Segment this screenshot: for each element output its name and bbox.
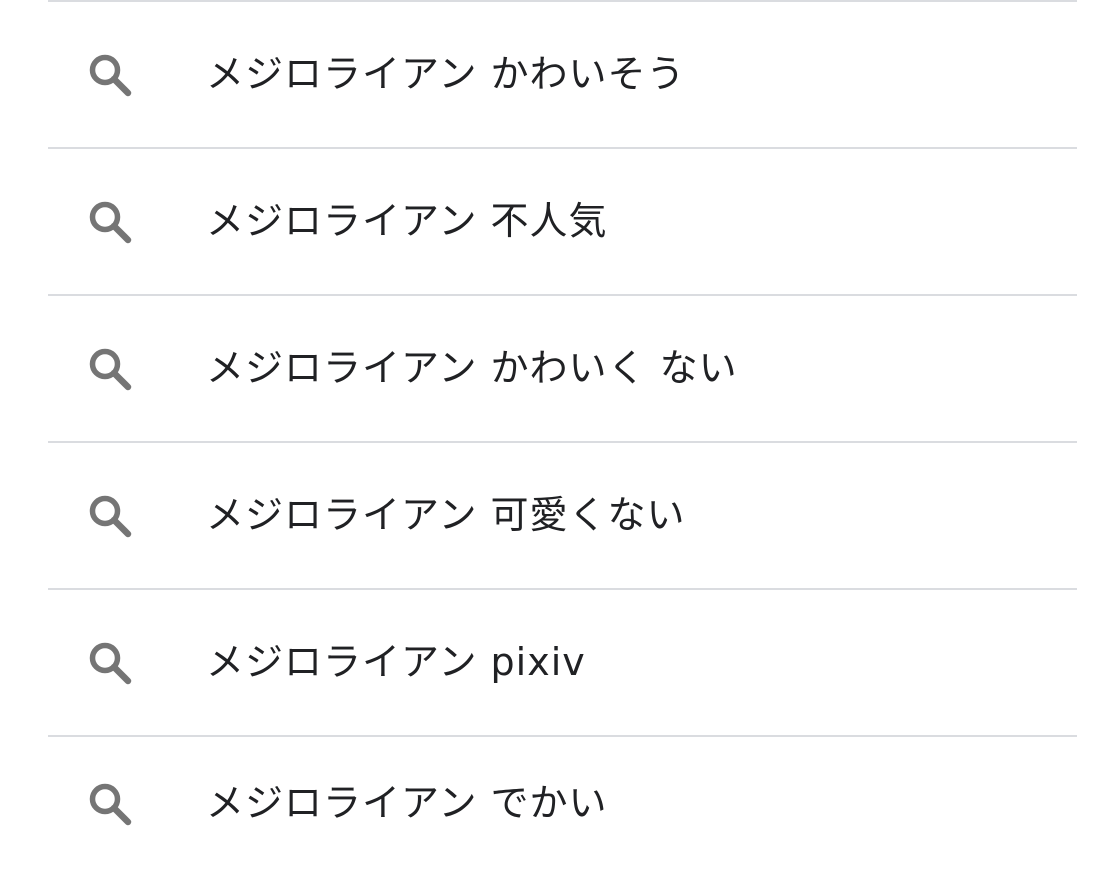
suggestion-label: メジロライアン 可愛くない xyxy=(206,492,686,537)
search-icon xyxy=(86,492,134,540)
suggestion-row[interactable]: メジロライアン かわいそう xyxy=(48,2,1077,149)
search-icon xyxy=(86,639,134,687)
search-suggestion-list: メジロライアン かわいそう メジロライアン 不人気 メジロライアン かわいく な… xyxy=(0,0,1094,870)
suggestion-label: メジロライアン pixiv xyxy=(206,639,586,684)
suggestion-label: メジロライアン 不人気 xyxy=(206,198,608,243)
suggestion-row[interactable]: メジロライアン かわいく ない xyxy=(48,296,1077,443)
search-icon xyxy=(86,198,134,246)
search-icon xyxy=(86,345,134,393)
suggestion-row[interactable]: メジロライアン 不人気 xyxy=(48,149,1077,296)
search-icon xyxy=(86,780,134,828)
suggestion-row[interactable]: メジロライアン pixiv xyxy=(48,590,1077,737)
search-icon xyxy=(86,51,134,99)
suggestion-label: メジロライアン かわいそう xyxy=(206,51,686,96)
suggestion-row[interactable]: メジロライアン 可愛くない xyxy=(48,443,1077,590)
suggestion-label: メジロライアン でかい xyxy=(206,780,608,825)
suggestion-label: メジロライアン かわいく ない xyxy=(206,345,738,390)
suggestion-row[interactable]: メジロライアン でかい xyxy=(48,737,1077,870)
